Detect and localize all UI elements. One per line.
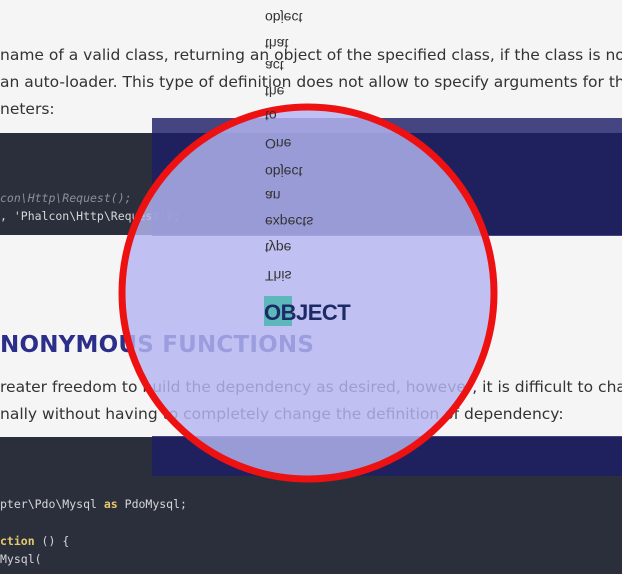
ghost-word: One xyxy=(265,136,292,152)
ghost-word: object xyxy=(265,164,303,180)
ghost-word: expects xyxy=(265,214,314,230)
paragraph-line: reater freedom to build the dependency a… xyxy=(0,378,622,396)
magnified-word: OBJECT xyxy=(264,300,351,325)
paragraph-line: name of a valid class, returning an obje… xyxy=(0,46,622,64)
ghost-word: This xyxy=(265,268,292,284)
code-line: ction () { xyxy=(0,534,70,548)
magnifier-overlay xyxy=(152,436,622,476)
ghost-word: object xyxy=(265,10,303,26)
section-heading: NONYMOUS FUNCTIONS xyxy=(0,332,315,358)
ghost-word: to xyxy=(265,108,277,124)
ghost-word: the xyxy=(265,84,285,100)
code-line: Mysql( xyxy=(0,552,42,566)
paragraph-line: nally without having to completely chang… xyxy=(0,405,564,423)
paragraph-line: neters: xyxy=(0,100,55,118)
code-line: pter\Pdo\Mysql as PdoMysql; xyxy=(0,497,187,511)
ghost-word: that xyxy=(265,36,289,52)
paragraph-line: an auto-loader. This type of definition … xyxy=(0,73,622,91)
ghost-word: type xyxy=(265,240,292,256)
magnifier-overlay xyxy=(152,118,622,236)
code-line: con\Http\Request(); xyxy=(0,191,132,205)
ghost-word: an xyxy=(265,188,281,204)
ghost-word: act xyxy=(265,58,284,74)
